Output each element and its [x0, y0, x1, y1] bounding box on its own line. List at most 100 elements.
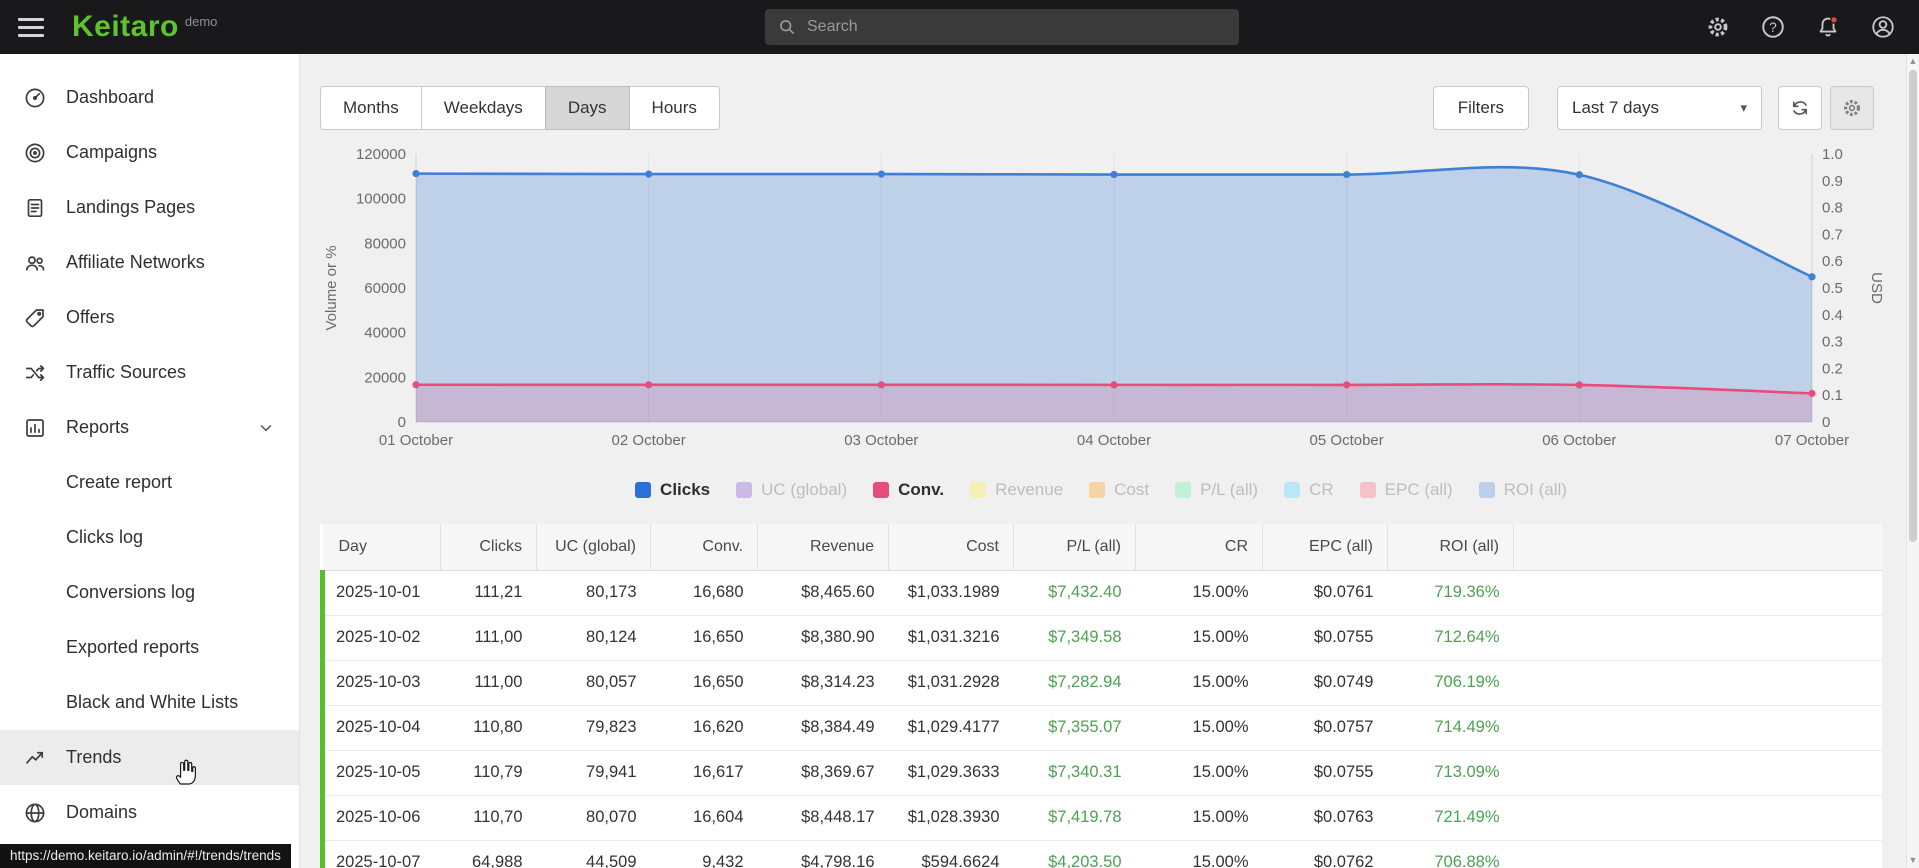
sidebar-item-clicks-log[interactable]: Clicks log — [0, 510, 299, 565]
table-cell: 80,070 — [536, 795, 651, 841]
traffic-sources-icon — [22, 360, 48, 386]
scrollbar-thumb[interactable] — [1909, 70, 1917, 543]
column-header[interactable]: Conv. — [650, 524, 758, 571]
legend-label: UC (global) — [761, 480, 848, 499]
account-icon[interactable] — [1869, 13, 1897, 41]
search-input[interactable] — [807, 18, 1227, 36]
column-header[interactable]: CR — [1135, 524, 1263, 571]
table-cell: 16,680 — [650, 570, 758, 616]
table-cell-spacer — [1513, 705, 1882, 751]
search-icon — [780, 20, 794, 35]
menu-icon[interactable] — [18, 13, 44, 42]
status-url-tooltip: https://demo.keitaro.io/admin/#!/trends/… — [0, 844, 291, 868]
table-cell: 2025-10-05 — [320, 750, 441, 796]
column-header[interactable]: ROI (all) — [1387, 524, 1514, 571]
sidebar-item-label: Landings Pages — [66, 197, 196, 217]
legend-item-cr[interactable]: CR — [1284, 480, 1334, 500]
sidebar-item-traffic-sources[interactable]: Traffic Sources — [0, 345, 299, 400]
sidebar-item-label: Reports — [66, 417, 130, 437]
sidebar-item-label: Domains — [66, 802, 138, 822]
table-row: 2025-10-01 111,21 80,173 16,680 $8,465.60 $1,… — [320, 570, 1882, 616]
filters-button[interactable]: Filters — [1432, 86, 1529, 130]
sidebar-item-black-and-white-lists[interactable]: Black and White Lists — [0, 675, 299, 730]
column-header[interactable]: Revenue — [757, 524, 889, 571]
sidebar-item-offers[interactable]: Offers — [0, 290, 299, 345]
notifications-icon[interactable] — [1814, 13, 1842, 41]
sidebar-item-exported-reports[interactable]: Exported reports — [0, 620, 299, 675]
search-box — [765, 9, 1239, 45]
sidebar-item-landings-pages[interactable]: Landings Pages — [0, 180, 299, 235]
tab-weekdays[interactable]: Weekdays — [420, 86, 546, 130]
table-header-row: Day Clicks UC (global) Conv. Revenue Cost P/L … — [322, 524, 1882, 571]
sidebar-item-label: Create report — [66, 472, 173, 492]
topbar-left: Keitaro demo — [0, 12, 300, 42]
trends-icon — [22, 745, 48, 771]
table-row: 2025-10-04 110,80 79,823 16,620 $8,384.49 $1,… — [320, 705, 1882, 751]
sidebar-item-trends[interactable]: Trends — [0, 730, 299, 785]
table-cell: $8,380.90 — [757, 615, 889, 661]
scroll-up-icon[interactable]: ▲ — [1907, 56, 1919, 66]
table-cell: 16,620 — [650, 705, 758, 751]
sidebar-item-dashboard[interactable]: Dashboard — [0, 70, 299, 125]
chevron-down-icon: ▾ — [1740, 100, 1747, 115]
svg-text:USD: USD — [1868, 272, 1882, 304]
sidebar-item-domains[interactable]: Domains — [0, 785, 299, 840]
table-cell-spacer — [1513, 570, 1882, 616]
table-cell: 110,70 — [440, 795, 537, 841]
refresh-button[interactable] — [1778, 86, 1822, 130]
table-cell: 110,79 — [440, 750, 537, 796]
legend-item-cost[interactable]: Cost — [1089, 480, 1149, 500]
table-cell: $4,203.50 — [1013, 840, 1136, 868]
table-cell-spacer — [1513, 660, 1882, 706]
table-cell: 111,00 — [440, 615, 537, 661]
table-cell-spacer — [1513, 840, 1882, 868]
column-header[interactable]: P/L (all) — [1013, 524, 1136, 571]
column-header[interactable]: Day — [322, 524, 441, 571]
table-cell: 706.19% — [1387, 660, 1514, 706]
domains-icon — [22, 800, 48, 826]
scroll-down-icon[interactable]: ▼ — [1907, 855, 1919, 865]
column-header[interactable]: Cost — [888, 524, 1014, 571]
table-cell: $0.0761 — [1262, 570, 1388, 616]
svg-text:05 October: 05 October — [1310, 432, 1384, 449]
table-cell: 16,604 — [650, 795, 758, 841]
table-cell: 79,823 — [536, 705, 651, 751]
legend-label: Conv. — [898, 480, 945, 499]
legend-item-revenue[interactable]: Revenue — [970, 480, 1063, 500]
sidebar-item-conversions-log[interactable]: Conversions log — [0, 565, 299, 620]
svg-text:0: 0 — [398, 414, 406, 431]
legend-item-epc-all[interactable]: EPC (all) — [1359, 480, 1453, 500]
column-header[interactable]: EPC (all) — [1262, 524, 1388, 571]
legend-swatch — [736, 482, 753, 498]
main-content: Months Weekdays Days Hours Filters Last … — [300, 54, 1919, 868]
legend-item-conv[interactable]: Conv. — [873, 480, 944, 500]
legend-item-p-l-all[interactable]: P/L (all) — [1175, 480, 1258, 500]
help-icon[interactable]: ? — [1759, 13, 1787, 41]
table-cell: 79,941 — [536, 750, 651, 796]
controls-row: Months Weekdays Days Hours Filters Last … — [320, 86, 1882, 130]
gear-icon — [1844, 100, 1860, 116]
column-header[interactable]: UC (global) — [536, 524, 651, 571]
date-range-select[interactable]: Last 7 days ▾ — [1557, 86, 1762, 130]
sidebar-item-campaigns[interactable]: Campaigns — [0, 125, 299, 180]
sidebar-item-reports[interactable]: Reports — [0, 400, 299, 455]
svg-text:0.1: 0.1 — [1822, 387, 1843, 404]
chart-settings-button[interactable] — [1830, 86, 1874, 130]
vertical-scrollbar[interactable]: ▲ ▼ — [1906, 54, 1919, 868]
reports-icon — [22, 415, 48, 441]
legend-item-clicks[interactable]: Clicks — [635, 480, 710, 500]
sidebar-item-create-report[interactable]: Create report — [0, 455, 299, 510]
tab-hours[interactable]: Hours — [628, 86, 720, 130]
column-header[interactable]: Clicks — [440, 524, 537, 571]
sidebar-item-affiliate-networks[interactable]: Affiliate Networks — [0, 235, 299, 290]
table-cell: $7,419.78 — [1013, 795, 1136, 841]
keitaro-logo[interactable]: Keitaro demo — [72, 12, 217, 42]
sidebar-item-label: Black and White Lists — [66, 692, 239, 712]
tab-days[interactable]: Days — [544, 86, 630, 130]
legend-item-roi-all[interactable]: ROI (all) — [1478, 480, 1567, 500]
tab-months[interactable]: Months — [320, 86, 422, 130]
settings-icon[interactable] — [1704, 13, 1732, 41]
table-row: 2025-10-07 64,988 44,509 9,432 $4,798.16 $594… — [320, 840, 1882, 868]
legend-item-uc-global[interactable]: UC (global) — [736, 480, 847, 500]
table-row: 2025-10-06 110,70 80,070 16,604 $8,448.17 $1,… — [320, 795, 1882, 841]
